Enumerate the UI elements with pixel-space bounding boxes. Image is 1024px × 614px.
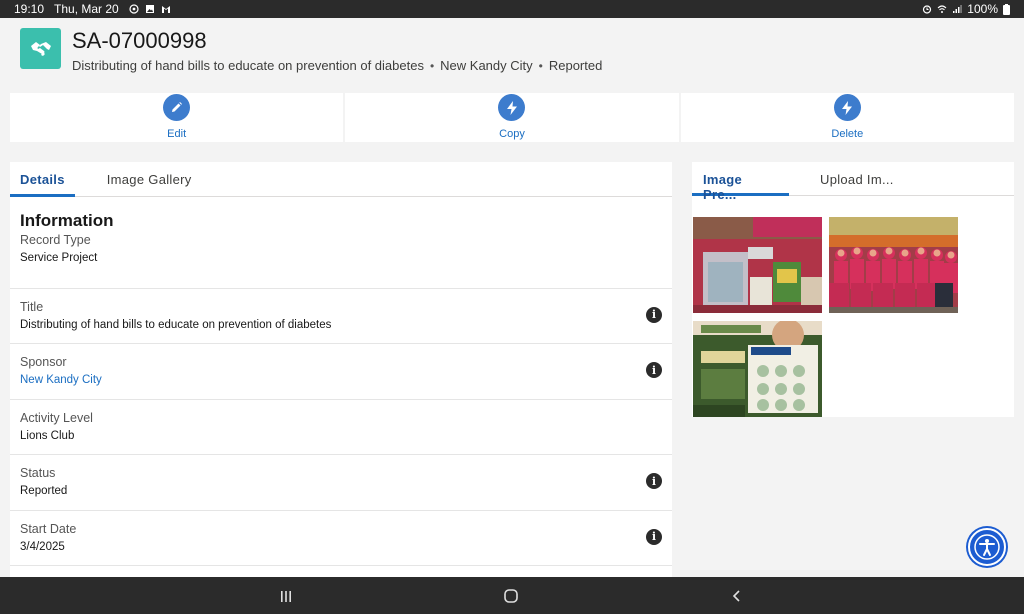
status-bar: 19:10 Thu, Mar 20 100% — [0, 0, 1024, 18]
edit-button[interactable]: Edit — [10, 93, 344, 142]
accessibility-icon — [974, 534, 1000, 560]
android-nav-bar — [0, 577, 1024, 614]
handshake-icon — [20, 28, 61, 69]
field-label: Activity Level — [20, 410, 93, 425]
field-title: Title Distributing of hand bills to educ… — [10, 289, 672, 344]
whatsapp-icon — [129, 4, 139, 14]
copy-button[interactable]: Copy — [345, 93, 679, 142]
recent-apps-button[interactable] — [276, 586, 296, 606]
info-icon[interactable]: i — [646, 473, 662, 489]
pencil-icon — [163, 94, 191, 121]
accessibility-button[interactable] — [968, 528, 1006, 566]
subtitle-separator: • — [538, 58, 543, 73]
image-tabs: Image Pre... Upload Im... — [692, 162, 1014, 202]
field-value: 3/4/2025 — [20, 540, 65, 553]
lightning-icon — [498, 94, 526, 121]
status-time: 19:10 — [14, 2, 45, 16]
field-activity-level: Activity Level Lions Club — [10, 400, 672, 455]
field-start-date: Start Date 3/4/2025 i — [10, 511, 672, 566]
field-value: Service Project — [20, 252, 98, 264]
record-subtitle: Distributing of hand bills to educate on… — [72, 58, 602, 73]
field-label: Start Date — [20, 521, 77, 536]
wifi-icon — [937, 5, 947, 13]
details-card: Details Image Gallery Information Record… — [10, 162, 672, 577]
back-icon — [732, 590, 740, 602]
recent-apps-icon — [281, 591, 291, 602]
field-label: Sponsor — [20, 355, 67, 369]
subtitle-separator: • — [429, 58, 435, 73]
subtitle-sponsor: New Kandy City — [440, 58, 533, 73]
details-tabs: Details Image Gallery — [10, 162, 672, 197]
record-header: SA-07000998 Distributing of hand bills t… — [0, 18, 1024, 90]
alarm-icon — [923, 5, 932, 14]
home-button[interactable] — [501, 586, 521, 606]
tab-image-preview[interactable]: Image Pre... — [692, 162, 789, 202]
subtitle-status: Reported — [548, 58, 603, 73]
subtitle-project-title: Distributing of hand bills to educate on… — [72, 58, 424, 73]
image-thumbnail-table-flyers[interactable] — [693, 217, 822, 313]
delete-button[interactable]: Delete — [680, 93, 1014, 142]
field-label: Title — [20, 299, 44, 314]
image-thumbnail-group-photo[interactable] — [829, 217, 958, 313]
status-date: Thu, Mar 20 — [54, 2, 119, 16]
tab-details[interactable]: Details — [10, 162, 75, 197]
field-status: Status Reported i — [10, 455, 672, 511]
image-preview-card: Image Pre... Upload Im... — [692, 162, 1014, 417]
gallery-icon — [145, 5, 154, 13]
field-value: Reported — [20, 485, 68, 497]
lightning-icon — [833, 94, 861, 121]
field-value: Distributing of hand bills to educate on… — [20, 318, 332, 331]
delete-button-label: Delete — [831, 128, 864, 140]
record-title: SA-07000998 — [72, 28, 207, 53]
sponsor-link[interactable]: New Kandy City — [20, 374, 662, 386]
field-record-type: Record Type Service Project — [10, 233, 672, 289]
tab-upload-image[interactable]: Upload Im... — [809, 162, 904, 196]
image-thumbnail-flyer[interactable] — [693, 321, 822, 417]
info-icon[interactable]: i — [646, 528, 662, 545]
field-sponsor: Sponsor New Kandy City i — [10, 344, 672, 400]
field-value: Lions Club — [20, 429, 75, 442]
battery-icon — [1003, 3, 1010, 15]
info-icon[interactable]: i — [646, 362, 662, 378]
edit-button-label: Edit — [167, 128, 187, 140]
action-bar: Edit Copy Delete — [10, 93, 1014, 142]
field-label: Record Type — [20, 233, 91, 247]
tab-image-gallery[interactable]: Image Gallery — [97, 162, 202, 197]
signal-icon — [953, 5, 963, 13]
copy-button-label: Copy — [499, 128, 525, 140]
home-icon — [504, 589, 518, 603]
battery-percentage: 100% — [967, 2, 998, 16]
gmail-icon — [161, 6, 170, 13]
info-icon[interactable]: i — [646, 306, 662, 323]
back-button[interactable] — [727, 586, 747, 606]
field-label: Status — [20, 466, 56, 480]
